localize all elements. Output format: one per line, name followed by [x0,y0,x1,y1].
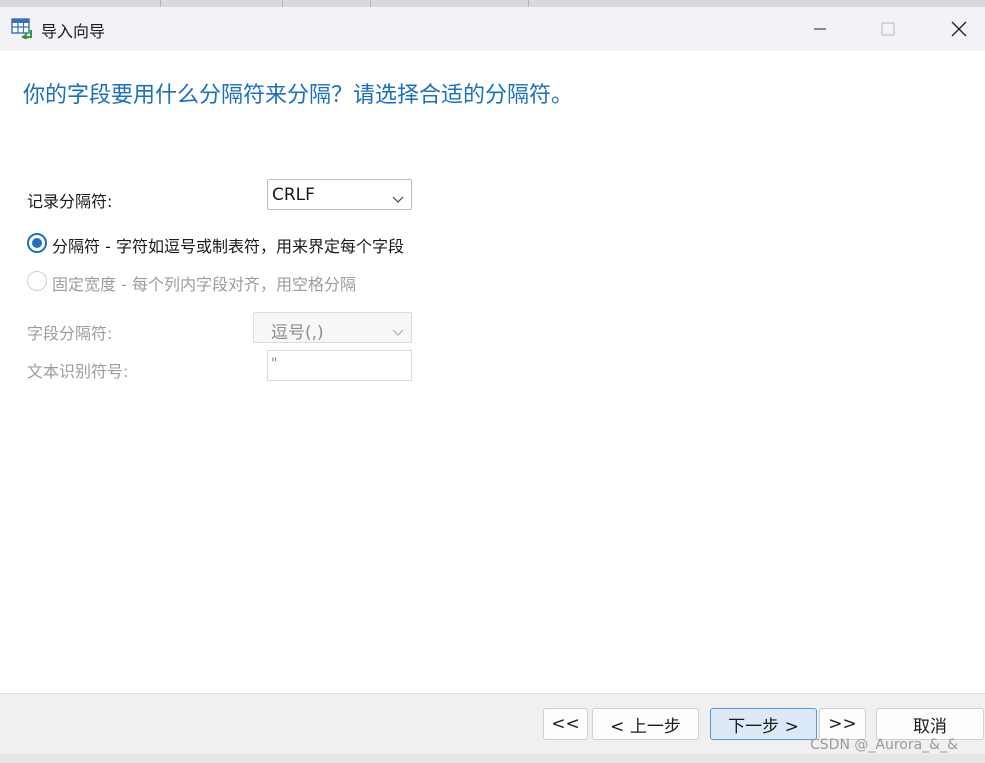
background-window-strip [0,0,985,7]
divider [160,0,161,7]
page-heading: 你的字段要用什么分隔符来分隔？请选择合适的分隔符。 [23,83,574,108]
field-delimiter-value: 逗号(,) [271,323,324,343]
maximize-button [865,7,911,51]
chevron-down-icon [392,322,404,341]
first-page-button[interactable]: << [543,708,588,740]
record-delimiter-label: 记录分隔符: [27,192,113,211]
cancel-button[interactable]: 取消 [876,708,984,740]
last-page-button[interactable]: >> [819,708,866,740]
next-button[interactable]: 下一步 > [710,708,817,740]
text-qualifier-field [267,350,412,381]
chevron-down-icon [392,189,404,208]
fixed-width-radio [27,271,47,291]
title-bar: 导入向导 [0,7,985,51]
divider [282,0,283,7]
record-delimiter-select[interactable]: CRLF [267,179,412,210]
divider [370,0,371,7]
text-qualifier-label: 文本识别符号: [27,362,129,381]
watermark-text: CSDN @_Aurora_&_& [810,737,958,753]
back-button[interactable]: < 上一步 [592,708,699,740]
field-delimiter-label: 字段分隔符: [27,324,113,343]
field-delimiter-select: 逗号(,) [253,312,412,343]
dialog-title: 导入向导 [41,22,106,41]
close-button[interactable] [936,7,982,51]
delimited-radio[interactable] [27,233,47,253]
minimize-icon [814,28,826,30]
minimize-button[interactable] [797,7,843,51]
fixed-width-option-label: 固定宽度 - 每个列内字段对齐，用空格分隔 [52,275,356,294]
close-icon [951,21,967,37]
record-delimiter-value: CRLF [272,185,315,205]
import-wizard-dialog: 导入向导 你的字段要用什么分隔符来分隔？请选择合适的分隔符。 记录分隔符: CR… [0,7,985,754]
maximize-icon [881,22,895,36]
table-import-icon [11,17,33,40]
divider [528,0,529,7]
text-qualifier-input [271,356,401,372]
background-bottom-strip [0,754,985,763]
delimited-option-label[interactable]: 分隔符 - 字符如逗号或制表符，用来界定每个字段 [52,233,404,257]
